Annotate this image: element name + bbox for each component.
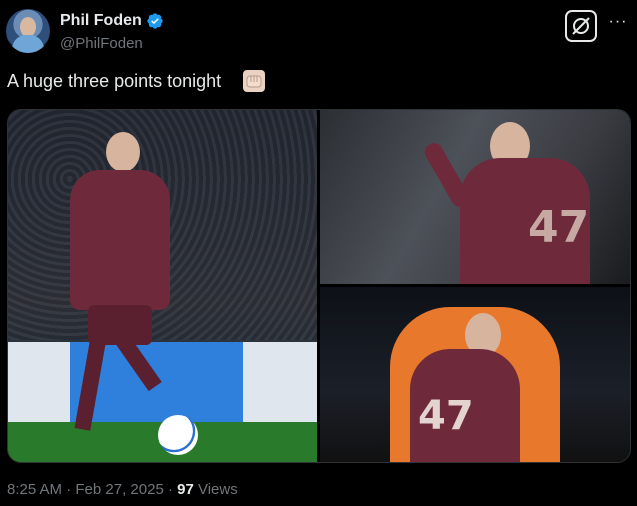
tweet-text: A huge three points tonight — [7, 71, 222, 91]
verified-badge-icon — [147, 13, 163, 29]
tweet-date[interactable]: Feb 27, 2025 — [75, 481, 163, 498]
photo-thumbs-up[interactable]: 47 — [320, 110, 630, 284]
shirt-number-graphic: 47 — [528, 202, 590, 253]
media-grid: 47 47 — [7, 109, 631, 463]
views-count: 97 — [177, 481, 194, 498]
more-options-button[interactable]: ··· — [607, 14, 629, 36]
player-head — [106, 132, 140, 172]
tweet-metadata: 8:25 AM · Feb 27, 2025 · 97 Views — [7, 481, 238, 498]
grok-button[interactable] — [565, 10, 597, 42]
avatar-body — [12, 35, 44, 53]
avatar-face — [20, 17, 36, 37]
author-handle[interactable]: @PhilFoden — [60, 35, 143, 52]
meta-separator: · — [163, 481, 178, 498]
advertising-board — [8, 342, 317, 424]
meta-separator: · — [62, 481, 76, 498]
tweet-time[interactable]: 8:25 AM — [7, 481, 62, 498]
shirt-number-graphic: 47 — [418, 393, 474, 439]
author-name[interactable]: Phil Foden — [60, 12, 142, 30]
photo-running-with-ball[interactable] — [8, 110, 317, 462]
fist-bump-emoji-icon — [243, 70, 265, 92]
grok-icon — [572, 17, 590, 35]
views-label: Views — [193, 481, 238, 498]
football — [158, 415, 198, 455]
player-shirt — [70, 170, 170, 310]
photo-celebration-hug[interactable]: 47 — [320, 287, 630, 462]
avatar[interactable] — [6, 9, 50, 53]
